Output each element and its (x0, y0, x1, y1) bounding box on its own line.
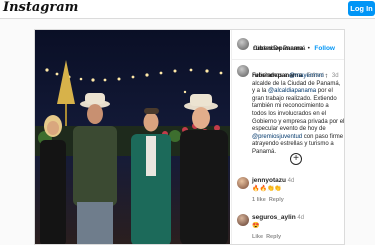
follow-button[interactable]: Follow (314, 45, 335, 52)
comment-username[interactable]: seguros_aylin (252, 214, 296, 221)
commenter-avatar[interactable] (237, 177, 249, 189)
commenter-avatar[interactable] (237, 214, 249, 226)
caption-text: Felicitamos a (252, 73, 290, 79)
comment: jennyotazu 4d (252, 177, 294, 184)
mention-link[interactable]: @premiosjuventud (252, 134, 302, 140)
comment-time[interactable]: 4d (297, 215, 304, 221)
post-caption: Felicitamos a @mayerrmm , alcalde de la … (252, 73, 345, 157)
post-location[interactable]: Ciudad De Panamá (253, 46, 305, 52)
instagram-logo[interactable]: Instagram (3, 0, 78, 15)
mention-link[interactable]: @alcaldiapanama (268, 88, 316, 94)
comment-text: 😍 (252, 223, 260, 229)
login-button[interactable]: Log In (348, 1, 375, 16)
photo-illustration (35, 30, 230, 244)
post-photo[interactable] (35, 30, 230, 244)
author-avatar[interactable] (237, 38, 249, 50)
comment-username[interactable]: jennyotazu (252, 177, 286, 184)
post-side-panel: rubendepanama • Follow Ciudad De Panamá … (231, 30, 345, 244)
comment-like-button[interactable]: Like (252, 234, 263, 240)
post-header: rubendepanama • Follow Ciudad De Panamá (232, 30, 344, 60)
separator-dot: • (307, 45, 310, 52)
comment-meta: 1 like Reply (252, 197, 284, 203)
caption-avatar[interactable] (237, 65, 249, 77)
plus-circle-icon[interactable]: + (290, 153, 302, 165)
caption-text: por el gran trabajo realizado. Extiendo … (252, 88, 345, 133)
comment-time[interactable]: 4d (288, 178, 295, 184)
comment: seguros_aylin 4d (252, 214, 304, 221)
comment-reply-button[interactable]: Reply (269, 197, 284, 203)
mention-link[interactable]: @mayerrmm (289, 73, 324, 79)
comment-reply-button[interactable]: Reply (266, 234, 281, 240)
comment-text: 🔥🔥👏👏 (252, 186, 282, 192)
comment-meta: Like Reply (252, 234, 281, 240)
post-card: rubendepanama • Follow Ciudad De Panamá … (34, 29, 345, 245)
top-bar: Instagram Log In (0, 0, 375, 19)
comment-likes[interactable]: 1 like (252, 197, 266, 203)
